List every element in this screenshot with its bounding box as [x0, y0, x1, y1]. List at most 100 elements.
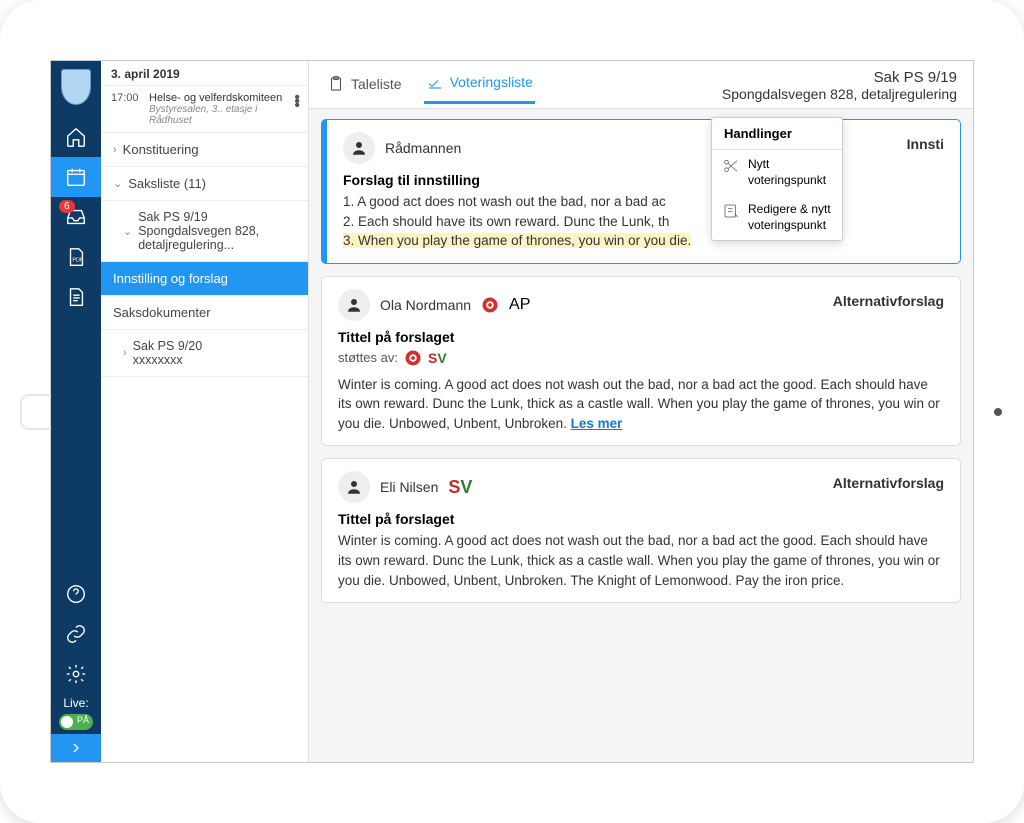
help-icon	[65, 583, 87, 605]
dropdown-new-votingpoint[interactable]: Nytt voteringspunkt	[712, 150, 842, 195]
card-body: Winter is coming. A good act does not wa…	[338, 531, 944, 590]
proposal-card-nordmann[interactable]: Ola Nordmann AP Alternativforslag Tittel…	[321, 276, 961, 447]
party-ap-icon	[481, 296, 499, 314]
card-author: Ola Nordmann	[380, 297, 471, 313]
main-panel: Taleliste Voteringsliste Sak PS 9/19 Spo…	[309, 61, 973, 762]
card-author: Rådmannen	[385, 140, 461, 156]
nav-document[interactable]	[51, 277, 101, 317]
card-title: Forslag til innstilling	[343, 172, 944, 188]
avatar	[338, 289, 370, 321]
person-icon	[345, 478, 363, 496]
live-toggle[interactable]: PÅ	[59, 714, 93, 730]
tabs: Taleliste Voteringsliste	[325, 69, 535, 104]
tablet-camera-dot	[994, 408, 1002, 416]
card-body-text: Winter is coming. A good act does not wa…	[338, 377, 940, 431]
svg-text:PDF: PDF	[72, 258, 84, 264]
meeting-time: 17:00	[111, 92, 149, 126]
card-title: Tittel på forslaget	[338, 329, 944, 345]
app-screen: 6 PDF Live: PÅ	[50, 60, 974, 763]
case-title: Sak PS 9/19 Spongdalsvegen 828, detaljre…	[722, 69, 957, 108]
vote-icon	[426, 73, 444, 91]
card-author: Eli Nilsen	[380, 479, 438, 495]
content-area: Rådmannen Innsti Forslag til innstilling…	[309, 109, 973, 625]
case-number: Sak PS 9/19	[722, 69, 957, 86]
nav-help[interactable]	[51, 574, 101, 614]
crest-icon[interactable]	[61, 69, 91, 105]
sidebar-item-saksliste[interactable]: ⌄ Saksliste (11)	[101, 167, 308, 201]
nav-home[interactable]	[51, 117, 101, 157]
nav-calendar[interactable]	[51, 157, 101, 197]
edit-note-icon	[722, 202, 740, 220]
live-label: Live:	[63, 694, 88, 712]
tab-label: Taleliste	[351, 76, 402, 92]
sidebar-item-label: Saksliste (11)	[128, 176, 206, 191]
sak920-sub: xxxxxxxx	[133, 353, 203, 367]
nav-inbox[interactable]: 6	[51, 197, 101, 237]
card-type-label: Innsti	[907, 136, 944, 152]
gear-icon	[65, 663, 87, 685]
supported-by: støttes av: SV	[338, 349, 944, 367]
document-icon	[65, 286, 87, 308]
person-icon	[350, 139, 368, 157]
nav-link[interactable]	[51, 614, 101, 654]
meeting-menu-icon[interactable]: •••	[294, 96, 300, 108]
sidebar-item-label: Konstituering	[123, 142, 199, 157]
proposal-line: 2. Each should have its own reward. Dunc…	[343, 212, 944, 232]
case-name: Spongdalsvegen 828, detaljregulering	[722, 86, 957, 102]
toggle-text: PÅ	[77, 715, 89, 725]
chevron-right-icon: ›	[123, 347, 127, 359]
card-type-label: Alternativforslag	[833, 475, 944, 491]
sidebar-item-label: Innstilling og forslag	[113, 271, 228, 286]
card-body: 1. A good act does not wash out the bad,…	[343, 192, 944, 251]
party-sv-icon: SV	[428, 350, 447, 366]
avatar	[338, 471, 370, 503]
nav-rail: 6 PDF Live: PÅ	[51, 61, 101, 762]
sidebar-item-saksdokumenter[interactable]: Saksdokumenter	[101, 296, 308, 330]
card-type-label: Alternativforslag	[833, 293, 944, 309]
dropdown-edit-votingpoint[interactable]: Redigere & nytt voteringspunkt	[712, 195, 842, 240]
tablet-frame: 6 PDF Live: PÅ	[0, 0, 1024, 823]
chevron-right-icon	[68, 740, 84, 756]
sidebar-item-konstituering[interactable]: › Konstituering	[101, 133, 308, 167]
party-ap-icon	[404, 349, 422, 367]
avatar	[343, 132, 375, 164]
meeting-location: Bystyresalen, 3.. etasje i Rådhuset	[149, 104, 298, 126]
sidebar-item-label: Sak PS 9/19 Spongdalsvegen 828, detaljre…	[138, 210, 296, 252]
clipboard-icon	[327, 75, 345, 93]
sidebar: 3. april 2019 17:00 Helse- og velferdsko…	[101, 61, 309, 762]
read-more-link[interactable]: Les mer	[571, 416, 623, 431]
tab-voteringsliste[interactable]: Voteringsliste	[424, 69, 535, 104]
nav-settings[interactable]	[51, 654, 101, 694]
sak920-title: Sak PS 9/20	[133, 339, 203, 353]
main-header: Taleliste Voteringsliste Sak PS 9/19 Spo…	[309, 61, 973, 109]
actions-dropdown: Handlinger Nytt voteringspunkt Redigere …	[711, 117, 843, 241]
sidebar-item-sak920[interactable]: › Sak PS 9/20 xxxxxxxx	[101, 330, 308, 377]
sidebar-item-label: Sak PS 9/20 xxxxxxxx	[133, 339, 203, 367]
tab-taleliste[interactable]: Taleliste	[325, 69, 404, 104]
dropdown-item-label: Nytt voteringspunkt	[748, 157, 832, 188]
pdf-icon: PDF	[65, 246, 87, 268]
proposal-line-highlighted: 3. When you play the game of thrones, yo…	[343, 233, 691, 248]
sidebar-item-label: Saksdokumenter	[113, 305, 211, 320]
proposal-card-nilsen[interactable]: Eli Nilsen SV Alternativforslag Tittel p…	[321, 458, 961, 603]
home-icon	[65, 126, 87, 148]
party-label: AP	[509, 296, 530, 314]
dropdown-title: Handlinger	[712, 118, 842, 150]
person-icon	[345, 296, 363, 314]
dropdown-item-label: Redigere & nytt voteringspunkt	[748, 202, 832, 233]
nav-pdf[interactable]: PDF	[51, 237, 101, 277]
scissors-icon	[722, 157, 740, 175]
chevron-down-icon: ⌄	[123, 225, 132, 238]
sidebar-item-sak919[interactable]: ⌄ Sak PS 9/19 Spongdalsvegen 828, detalj…	[101, 201, 308, 262]
meeting-title: Helse- og velferdskomiteen	[149, 92, 298, 104]
sidebar-item-innstilling[interactable]: Innstilling og forslag	[101, 262, 308, 296]
proposal-card-radmannen[interactable]: Rådmannen Innsti Forslag til innstilling…	[321, 119, 961, 264]
card-body: Winter is coming. A good act does not wa…	[338, 375, 944, 434]
party-sv-icon: SV	[448, 477, 472, 498]
calendar-icon	[65, 166, 87, 188]
link-icon	[65, 623, 87, 645]
supports-label: støttes av:	[338, 350, 398, 365]
proposal-line: 1. A good act does not wash out the bad,…	[343, 192, 944, 212]
nav-expand[interactable]	[51, 734, 101, 762]
sidebar-meeting[interactable]: 17:00 Helse- og velferdskomiteen Bystyre…	[101, 86, 308, 133]
